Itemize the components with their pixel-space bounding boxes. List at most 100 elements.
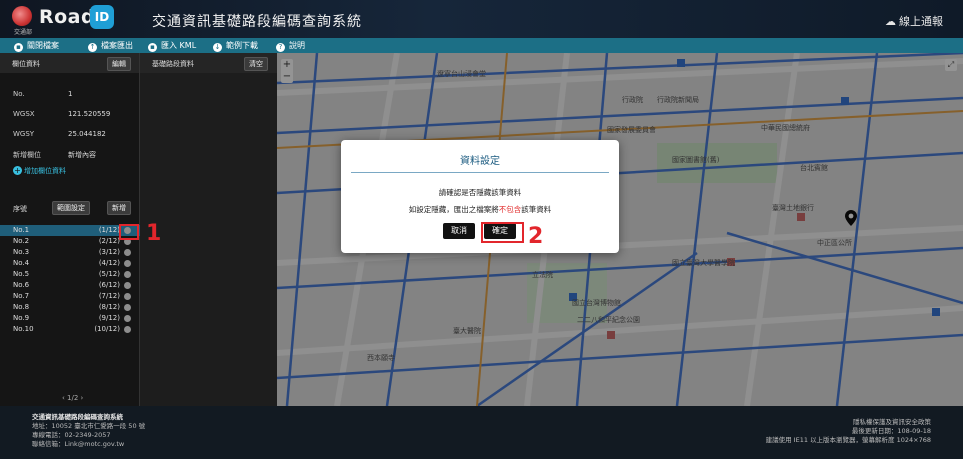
list-item-no: No.1 bbox=[13, 226, 30, 234]
dialog-divider bbox=[351, 172, 609, 173]
import-kml-button[interactable]: ▪ 匯入 KML bbox=[148, 39, 196, 52]
list-item-count: (7/12) bbox=[98, 292, 120, 300]
field-key: 新增欄位 bbox=[13, 151, 41, 159]
hide-toggle-icon[interactable] bbox=[124, 304, 131, 311]
list-item-count: (5/12) bbox=[98, 270, 120, 278]
list-item-count: (1/12) bbox=[98, 226, 120, 234]
cancel-button[interactable]: 取消 bbox=[443, 223, 475, 239]
sample-download-button[interactable]: ↓ 範例下載 bbox=[213, 39, 258, 52]
list-item-no: No.8 bbox=[13, 303, 30, 311]
export-file-button[interactable]: ↑ 檔案匯出 bbox=[88, 39, 133, 52]
list-item-count: (6/12) bbox=[98, 281, 120, 289]
import-icon: ▪ bbox=[148, 43, 157, 52]
export-icon: ↑ bbox=[88, 43, 97, 52]
privacy-policy-link[interactable]: 隱私權保護及資訊安全政策 bbox=[766, 418, 931, 427]
annotation-number-1: 1 bbox=[146, 221, 162, 246]
list-item[interactable]: No.4 (4/12) bbox=[0, 258, 140, 269]
help-button[interactable]: ? 說明 bbox=[276, 39, 305, 52]
list-header: 序號 範圍設定 新增 bbox=[0, 201, 140, 215]
list-item[interactable]: No.5 (5/12) bbox=[0, 269, 140, 280]
hide-toggle-icon[interactable] bbox=[124, 326, 131, 333]
field-row-custom: 新增欄位 新增內容 bbox=[0, 145, 139, 165]
footer-email: 聯絡信箱：Link@motc.gov.tw bbox=[32, 440, 125, 448]
field-value: 1 bbox=[68, 90, 73, 98]
dialog-message-line2: 如設定隱藏，匯出之檔案將不包含該筆資料 bbox=[341, 204, 619, 215]
list-item[interactable]: No.3 (3/12) bbox=[0, 247, 140, 258]
pager: ‹ 1/2 › bbox=[62, 394, 83, 402]
hide-toggle-icon[interactable] bbox=[124, 249, 131, 256]
hide-toggle-icon[interactable] bbox=[124, 282, 131, 289]
logo-caption: 交通部 bbox=[13, 29, 32, 36]
app-title: 交通資訊基礎路段編碼查詢系統 bbox=[152, 14, 362, 30]
range-setting-button[interactable]: 範圍設定 bbox=[52, 201, 90, 215]
dialog-message-post: 該筆資料 bbox=[521, 205, 552, 214]
dialog-message-pre: 如設定隱藏，匯出之檔案將 bbox=[408, 205, 499, 214]
export-file-label: 檔案匯出 bbox=[101, 41, 133, 50]
field-value: 121.520559 bbox=[68, 110, 111, 118]
list-item[interactable]: No.8 (8/12) bbox=[0, 302, 140, 313]
footer-phone: 專線電話：02-2349-2057 bbox=[32, 431, 111, 439]
last-updated: 最後更新日期：108-09-18 bbox=[851, 427, 931, 435]
list-item-no: No.2 bbox=[13, 237, 30, 245]
browser-recommendation: 建議使用 IE11 以上版本瀏覽器，螢幕解析度 1024×768 bbox=[765, 436, 931, 444]
list-item-no: No.5 bbox=[13, 270, 30, 278]
road-segment-header: 基礎路段資料 清空 bbox=[140, 53, 277, 73]
hide-toggle-icon[interactable] bbox=[124, 271, 131, 278]
field-key: No. bbox=[13, 90, 25, 98]
hide-toggle-icon[interactable] bbox=[124, 260, 131, 267]
field-panel-title: 欄位資料 bbox=[12, 60, 40, 68]
plus-icon: + bbox=[13, 166, 22, 175]
footer: 交通資訊基礎路段編碼查詢系統 地址：10052 臺北市仁愛路一段 50 號 專線… bbox=[0, 406, 963, 459]
add-record-button[interactable]: 新增 bbox=[107, 201, 131, 215]
list-item-count: (8/12) bbox=[98, 303, 120, 311]
annotation-number-2: 2 bbox=[528, 224, 544, 249]
list-item-count: (2/12) bbox=[98, 237, 120, 245]
header: 交通部 Road ID 交通資訊基礎路段編碼查詢系統 ☁ 線上通報 bbox=[0, 0, 963, 38]
list-item[interactable]: No.9 (9/12) bbox=[0, 313, 140, 324]
footer-contact: 交通資訊基礎路段編碼查詢系統 地址：10052 臺北市仁愛路一段 50 號 專線… bbox=[32, 413, 145, 449]
annotation-box-1 bbox=[119, 224, 139, 240]
hide-toggle-icon[interactable] bbox=[124, 293, 131, 300]
seq-heading: 序號 bbox=[13, 205, 27, 213]
field-key: WGSX bbox=[13, 110, 35, 118]
footer-info: 隱私權保護及資訊安全政策 最後更新日期：108-09-18 建議使用 IE11 … bbox=[766, 418, 931, 445]
field-row-no: No. 1 bbox=[0, 85, 139, 105]
footer-title: 交通資訊基礎路段編碼查詢系統 bbox=[32, 413, 123, 421]
list-item-no: No.3 bbox=[13, 248, 30, 256]
list-item-count: (3/12) bbox=[98, 248, 120, 256]
help-label: 說明 bbox=[289, 41, 305, 50]
list-item-count: (10/12) bbox=[94, 325, 120, 333]
online-help-label: 線上通報 bbox=[899, 15, 943, 28]
next-page-icon[interactable]: › bbox=[78, 394, 84, 402]
cloud-icon: ☁ bbox=[885, 15, 896, 28]
clear-button[interactable]: 清空 bbox=[244, 57, 268, 71]
annotation-box-2 bbox=[481, 222, 524, 243]
list-item-no: No.4 bbox=[13, 259, 30, 267]
dialog-message-emphasis: 不包含 bbox=[498, 205, 522, 214]
data-setting-dialog: 資料設定 請確認是否隱藏該筆資料 如設定隱藏，匯出之檔案將不包含該筆資料 取消 … bbox=[341, 140, 619, 253]
logo-badge: ID bbox=[90, 5, 114, 29]
field-panel-header: 欄位資料 編輯 bbox=[0, 53, 139, 73]
toolbar: ▪ 關閉檔案 ↑ 檔案匯出 ▪ 匯入 KML ↓ 範例下載 ? 說明 bbox=[0, 38, 963, 53]
record-list: No.1 (1/12) No.2 (2/12) No.3 (3/12) No.4 (4/… bbox=[0, 225, 140, 335]
add-field-label: 增加欄位資料 bbox=[24, 167, 66, 175]
field-value: 新增內容 bbox=[68, 151, 96, 159]
page-indicator: 1/2 bbox=[67, 394, 79, 402]
logo-word: Road bbox=[39, 6, 96, 28]
sample-download-label: 範例下載 bbox=[226, 41, 258, 50]
close-file-button[interactable]: ▪ 關閉檔案 bbox=[14, 39, 59, 52]
close-file-label: 關閉檔案 bbox=[27, 41, 59, 50]
hide-toggle-icon[interactable] bbox=[124, 315, 131, 322]
add-field-button[interactable]: + 增加欄位資料 bbox=[13, 166, 66, 176]
dialog-message-line1: 請確認是否隱藏該筆資料 bbox=[438, 188, 522, 197]
app-root: 交通部 Road ID 交通資訊基礎路段編碼查詢系統 ☁ 線上通報 ▪ 關閉檔案 ↑… bbox=[0, 0, 963, 459]
edit-button[interactable]: 編輯 bbox=[107, 57, 131, 71]
field-key: WGSY bbox=[13, 130, 35, 138]
road-segment-title: 基礎路段資料 bbox=[152, 60, 194, 68]
list-item[interactable]: No.10 (10/12) bbox=[0, 324, 140, 335]
motc-logo-icon bbox=[12, 6, 32, 26]
field-row-wgsx: WGSX 121.520559 bbox=[0, 105, 139, 125]
list-item[interactable]: No.7 (7/12) bbox=[0, 291, 140, 302]
list-item[interactable]: No.6 (6/12) bbox=[0, 280, 140, 291]
online-help-link[interactable]: ☁ 線上通報 bbox=[885, 13, 943, 29]
